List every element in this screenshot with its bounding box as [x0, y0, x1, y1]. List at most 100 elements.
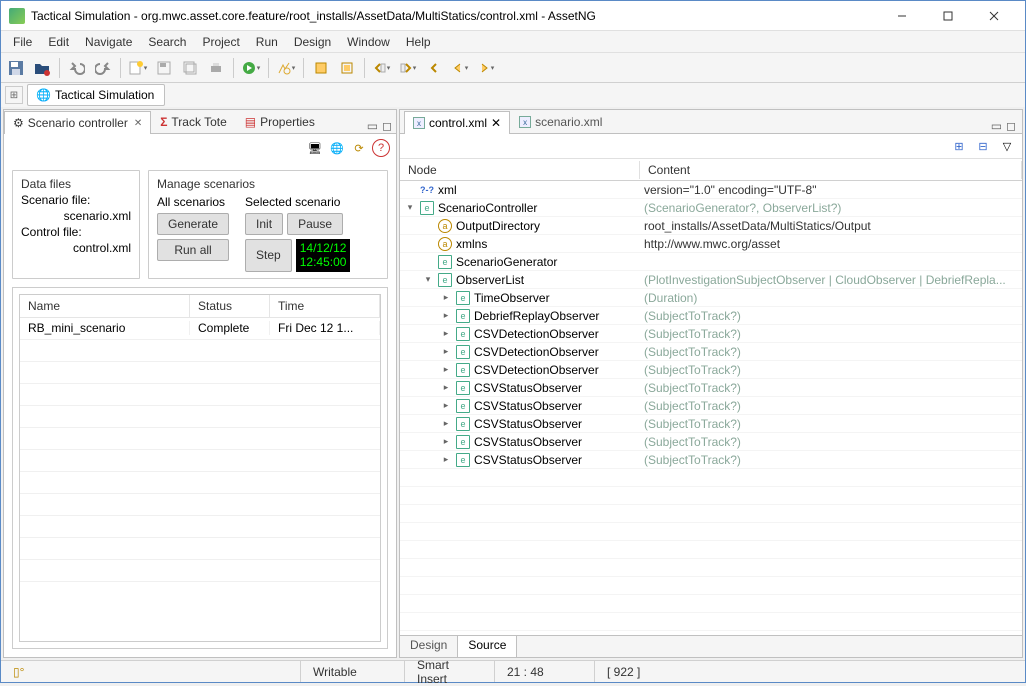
minimize-view-icon[interactable]: ▭ — [367, 119, 378, 133]
tree-row[interactable]: ?-?xmlversion="1.0" encoding="UTF-8" — [400, 181, 1022, 199]
perspective-tactical[interactable]: 🌐 Tactical Simulation — [27, 84, 165, 106]
tab-scenario-controller[interactable]: ⚙ Scenario controller ✕ — [4, 111, 151, 134]
scenario-file-value: scenario.xml — [21, 209, 131, 223]
design-tab[interactable]: Design — [400, 636, 458, 657]
menu-search[interactable]: Search — [140, 33, 194, 51]
run-icon[interactable] — [240, 57, 262, 79]
save-icon[interactable] — [5, 57, 27, 79]
menu-help[interactable]: Help — [398, 33, 439, 51]
maximize-editor-icon[interactable]: ◻ — [1006, 119, 1016, 133]
col-time[interactable]: Time — [270, 295, 380, 317]
twisty-icon[interactable]: ▸ — [440, 346, 452, 357]
tree-row[interactable]: ▸eCSVStatusObserver(SubjectToTrack?) — [400, 379, 1022, 397]
twisty-icon[interactable]: ▸ — [440, 292, 452, 303]
collapse-all-icon[interactable]: ⊟ — [974, 137, 992, 155]
menu-edit[interactable]: Edit — [40, 33, 77, 51]
view-menu-icon[interactable]: ▽ — [998, 137, 1016, 155]
tree-col-content[interactable]: Content — [640, 161, 1022, 179]
help-icon[interactable]: ? — [372, 139, 390, 157]
tree-row[interactable]: ▸eTimeObserver(Duration) — [400, 289, 1022, 307]
twisty-icon[interactable]: ▸ — [440, 382, 452, 393]
node-label: CSVStatusObserver — [474, 399, 582, 413]
scenario-table-header: Name Status Time — [20, 295, 380, 318]
tab-properties[interactable]: ▤ Properties — [236, 110, 324, 133]
init-button[interactable]: Init — [245, 213, 283, 235]
print-icon[interactable] — [205, 57, 227, 79]
save-small-icon[interactable] — [153, 57, 175, 79]
tree-row[interactable]: axmlnshttp://www.mwc.org/asset — [400, 235, 1022, 253]
table-row[interactable]: RB_mini_scenarioCompleteFri Dec 12 1... — [20, 318, 380, 340]
twisty-icon[interactable]: ▸ — [440, 436, 452, 447]
tree-row[interactable]: ▸eCSVStatusObserver(SubjectToTrack?) — [400, 415, 1022, 433]
twisty-icon[interactable]: ▸ — [440, 310, 452, 321]
tree-row[interactable]: ▸eDebriefReplayObserver(SubjectToTrack?) — [400, 307, 1022, 325]
col-name[interactable]: Name — [20, 295, 190, 317]
redo-icon[interactable] — [92, 57, 114, 79]
search-icon[interactable] — [275, 57, 297, 79]
manage-label: Manage scenarios — [157, 177, 379, 191]
monitor-icon[interactable]: 🖥 — [306, 139, 324, 157]
toggle-block-icon[interactable] — [336, 57, 358, 79]
tab-control-xml[interactable]: x control.xml ✕ — [404, 111, 510, 134]
tree-row[interactable]: eScenarioGenerator — [400, 253, 1022, 271]
node-content: (SubjectToTrack?) — [640, 399, 1022, 413]
run-all-button[interactable]: Run all — [157, 239, 229, 261]
menu-design[interactable]: Design — [286, 33, 339, 51]
twisty-icon[interactable]: ▾ — [404, 202, 416, 213]
source-tab[interactable]: Source — [458, 636, 517, 657]
close-tab-icon[interactable]: ✕ — [134, 118, 142, 129]
save-all-icon[interactable] — [179, 57, 201, 79]
tree-row[interactable]: ▸eCSVStatusObserver(SubjectToTrack?) — [400, 433, 1022, 451]
tree-row[interactable]: ▾eObserverList(PlotInvestigationSubjectO… — [400, 271, 1022, 289]
pause-button[interactable]: Pause — [287, 213, 343, 235]
generate-button[interactable]: Generate — [157, 213, 229, 235]
menu-navigate[interactable]: Navigate — [77, 33, 140, 51]
tree-row[interactable]: ▾eScenarioController(ScenarioGenerator?,… — [400, 199, 1022, 217]
open-perspective-button[interactable]: ⊞ — [5, 86, 23, 104]
tree-row[interactable]: ▸eCSVDetectionObserver(SubjectToTrack?) — [400, 325, 1022, 343]
tree-row[interactable]: aOutputDirectoryroot_installs/AssetData/… — [400, 217, 1022, 235]
nav-prev-edit-icon[interactable] — [371, 57, 393, 79]
close-button[interactable] — [971, 1, 1017, 31]
tree-row[interactable]: ▸eCSVStatusObserver(SubjectToTrack?) — [400, 397, 1022, 415]
twisty-icon[interactable]: ▸ — [440, 454, 452, 465]
menu-run[interactable]: Run — [248, 33, 286, 51]
nav-forward-icon[interactable] — [475, 57, 497, 79]
maximize-view-icon[interactable]: ◻ — [382, 119, 392, 133]
menu-project[interactable]: Project — [194, 33, 247, 51]
node-content: (SubjectToTrack?) — [640, 345, 1022, 359]
new-wizard-icon[interactable] — [127, 57, 149, 79]
expand-all-icon[interactable]: ⊞ — [950, 137, 968, 155]
menu-window[interactable]: Window — [339, 33, 398, 51]
marker-icon[interactable]: ▯° — [13, 665, 24, 679]
nav-next-edit-icon[interactable] — [397, 57, 419, 79]
tree-row[interactable]: ▸eCSVStatusObserver(SubjectToTrack?) — [400, 451, 1022, 469]
tab-scenario-xml[interactable]: x scenario.xml — [510, 110, 611, 133]
tree-col-node[interactable]: Node — [400, 161, 640, 179]
tab-track-tote[interactable]: Σ Track Tote — [151, 110, 236, 133]
twisty-icon[interactable]: ▾ — [422, 274, 434, 285]
minimize-button[interactable] — [879, 1, 925, 31]
tree-row[interactable]: ▸eCSVDetectionObserver(SubjectToTrack?) — [400, 343, 1022, 361]
tab-label: control.xml — [429, 116, 487, 130]
step-button[interactable]: Step — [245, 239, 292, 272]
col-status[interactable]: Status — [190, 295, 270, 317]
nav-last-edit-icon[interactable] — [423, 57, 445, 79]
tree-row[interactable]: ▸eCSVDetectionObserver(SubjectToTrack?) — [400, 361, 1022, 379]
refresh-icon[interactable]: ⟳ — [350, 139, 368, 157]
undo-icon[interactable] — [66, 57, 88, 79]
nav-back-icon[interactable] — [449, 57, 471, 79]
twisty-icon[interactable]: ▸ — [440, 328, 452, 339]
toggle-mark-icon[interactable] — [310, 57, 332, 79]
left-pane: ⚙ Scenario controller ✕ Σ Track Tote ▤ P… — [3, 109, 397, 658]
globe-icon[interactable]: 🌐 — [328, 139, 346, 157]
scenario-controller-body: Data files Scenario file: scenario.xml C… — [4, 162, 396, 657]
minimize-editor-icon[interactable]: ▭ — [991, 119, 1002, 133]
twisty-icon[interactable]: ▸ — [440, 400, 452, 411]
twisty-icon[interactable]: ▸ — [440, 418, 452, 429]
open-folder-icon[interactable] — [31, 57, 53, 79]
close-tab-icon[interactable]: ✕ — [491, 116, 501, 130]
menu-file[interactable]: File — [5, 33, 40, 51]
twisty-icon[interactable]: ▸ — [440, 364, 452, 375]
maximize-button[interactable] — [925, 1, 971, 31]
